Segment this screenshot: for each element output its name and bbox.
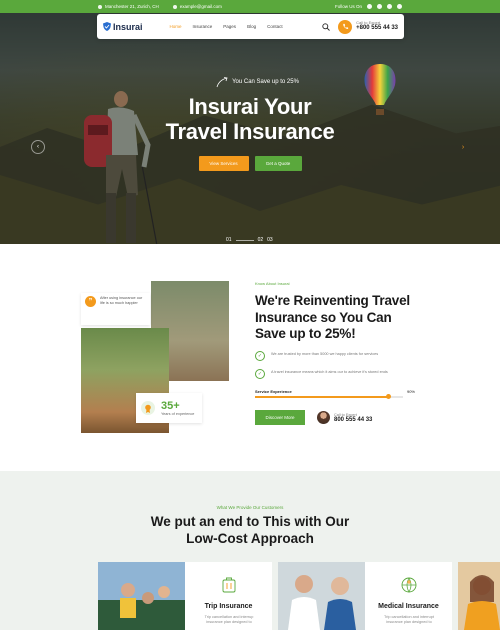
about-title-line1: We're Reinventing Travel <box>255 293 410 308</box>
main-navbar: Insurai Home Insurance Pages Blog Contac… <box>97 14 404 39</box>
check-icon: ✓ <box>255 350 265 361</box>
years-value: 35+ <box>161 399 180 412</box>
about-title-line3: Save up to 25%! <box>255 326 356 341</box>
check-icon: ✓ <box>255 368 265 379</box>
nav-right: Call to Expert +800 555 44 33 <box>322 19 398 34</box>
social-links: Follow Us On <box>335 4 402 9</box>
hero-buttons: View Services Get a Quote <box>0 156 500 171</box>
phone-icon <box>338 19 353 34</box>
family-car-image <box>98 562 185 630</box>
call-number[interactable]: +800 555 44 33 <box>356 25 398 32</box>
experience-badge: 35+ Years of experience <box>136 393 202 423</box>
about-cta: Discover More Call to Expert 800 555 44 … <box>255 410 415 425</box>
about-title: We're Reinventing Travel Insurance so Yo… <box>255 293 415 343</box>
slide-number-3[interactable]: 03 <box>267 237 273 243</box>
hero-save-line: You Can Save up to 25% <box>14 76 500 88</box>
services-kicker: What We Provide Our Customers <box>216 505 284 510</box>
progress-handle <box>385 394 391 399</box>
top-bar: Manchester 21, Zurich, CH example@gmail.… <box>0 0 500 13</box>
menu-item-insurance[interactable]: Insurance <box>193 24 213 29</box>
call-expert[interactable]: Call to Expert +800 555 44 33 <box>338 19 398 34</box>
call-expert-block[interactable]: Call to Expert 800 555 44 33 <box>317 411 372 424</box>
curved-arrow-icon <box>216 77 228 88</box>
menu-item-home[interactable]: Home <box>170 24 182 29</box>
hero-title-line1: Insurai Your <box>188 94 312 119</box>
slide-number-2[interactable]: 02 <box>258 237 264 243</box>
about-point-text: We are trusted by more than 5000 we happ… <box>271 351 379 356</box>
about-kicker: Know About Insurai <box>255 281 290 286</box>
menu-item-blog[interactable]: Blog <box>247 24 256 29</box>
luggage-icon <box>222 577 235 593</box>
hero-title: Insurai Your Travel Insurance <box>0 94 500 144</box>
service-card-title: Trip Insurance <box>204 603 253 610</box>
slide-progress-line <box>235 239 254 241</box>
progress-value: 90% <box>406 388 415 394</box>
medical-globe-icon <box>401 577 416 593</box>
about-point-text: A travel insurance means which it aims o… <box>271 369 388 374</box>
page: ‹ › 01 02 03 Manchester 21, Zurich, CH e… <box>0 0 500 630</box>
facebook-icon[interactable] <box>367 4 372 9</box>
discover-more-button[interactable]: Discover More <box>255 410 305 425</box>
service-card-medical[interactable]: Medical Insurance Trip cancellation and … <box>365 562 452 630</box>
award-icon <box>141 401 155 415</box>
service-card-desc: Trip cancellation and interrupt insuranc… <box>384 615 434 624</box>
main-menu: Home Insurance Pages Blog Contact <box>170 24 283 29</box>
testimonial-quote-card: ” After using insurance our life is so m… <box>81 293 150 325</box>
instagram-icon[interactable] <box>377 4 382 9</box>
progress-bar <box>255 394 403 399</box>
services-title-line2: Low-Cost Approach <box>186 531 314 546</box>
expert-number[interactable]: 800 555 44 33 <box>334 417 372 423</box>
search-icon[interactable] <box>322 22 330 31</box>
hero-title-line2: Travel Insurance <box>165 119 335 144</box>
service-card-title: Medical Insurance <box>378 603 439 610</box>
about-point: ✓ A travel insurance means which it aims… <box>255 368 415 379</box>
mail-icon <box>172 4 177 9</box>
services-title: We put an end to This with Our Low-Cost … <box>0 513 500 547</box>
slide-indicator: 01 02 03 <box>226 237 273 243</box>
service-card-desc: Trip cancellation and interrup insurance… <box>204 615 254 624</box>
menu-item-contact[interactable]: Contact <box>267 24 283 29</box>
expert-avatar <box>317 411 330 424</box>
years-label: Years of experience <box>161 411 195 416</box>
services-title-line1: We put an end to This with Our <box>150 514 350 529</box>
hero-content: You Can Save up to 25% Insurai Your Trav… <box>0 76 500 171</box>
address-text: Manchester 21, Zurich, CH <box>105 4 159 9</box>
pinterest-icon[interactable] <box>397 4 402 9</box>
woman-image <box>458 562 500 630</box>
progress-label: Service Experience <box>255 388 292 394</box>
about-title-line2: Insurance so You Can <box>255 309 392 325</box>
view-services-button[interactable]: View Services <box>198 156 249 171</box>
email-item[interactable]: example@gmail.com <box>172 4 222 9</box>
logo[interactable]: Insurai <box>103 22 143 32</box>
twitter-icon[interactable] <box>387 4 392 9</box>
doctor-patient-image <box>278 562 365 630</box>
shield-logo-icon <box>103 22 111 31</box>
progress-header: Service Experience 90% <box>255 389 415 394</box>
about-point: ✓ We are trusted by more than 5000 we ha… <box>255 350 415 361</box>
about-text-block: Know About Insurai We're Reinventing Tra… <box>255 281 415 425</box>
menu-item-pages[interactable]: Pages <box>223 24 236 29</box>
progress-fill <box>255 395 389 398</box>
location-icon <box>98 4 102 9</box>
address-item: Manchester 21, Zurich, CH <box>98 4 159 9</box>
get-quote-button[interactable]: Get a Quote <box>254 156 302 171</box>
email-text[interactable]: example@gmail.com <box>180 4 222 9</box>
quote-icon: ” <box>85 296 96 307</box>
logo-text: Insurai <box>113 21 143 32</box>
service-card-trip[interactable]: Trip Insurance Trip cancellation and int… <box>185 562 272 630</box>
quote-text: After using insurance our life is so muc… <box>100 296 143 305</box>
follow-label: Follow Us On <box>334 4 362 9</box>
slide-number-1[interactable]: 01 <box>226 237 232 243</box>
hero-save-text: You Can Save up to 25% <box>232 79 299 85</box>
